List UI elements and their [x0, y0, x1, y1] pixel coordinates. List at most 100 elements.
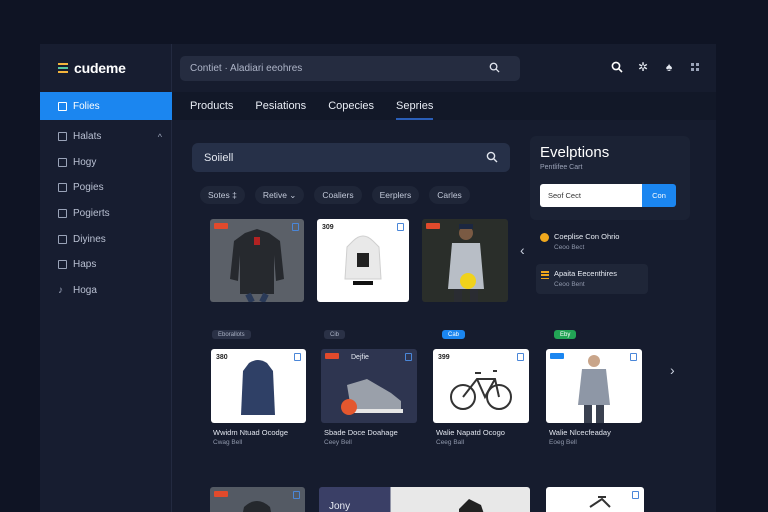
- grid-icon[interactable]: [688, 60, 702, 74]
- sidebar-item-halats[interactable]: Halats ^: [40, 124, 172, 150]
- search-input[interactable]: Soiiell: [192, 143, 510, 172]
- sidebar-item-label: Halats: [73, 131, 102, 143]
- tab-copecies[interactable]: Copecies: [328, 92, 374, 120]
- filter-chip[interactable]: Coaliers: [314, 186, 362, 204]
- grid-icon: [58, 234, 67, 244]
- notification-sub: Ceoo Bect: [554, 244, 585, 251]
- category-badge: Eby: [554, 330, 577, 339]
- category-badge: Eborallots: [212, 330, 251, 339]
- filter-chip[interactable]: Sotes ‡: [200, 186, 245, 204]
- jacket-image: [230, 229, 284, 302]
- sidebar-item-label: Hoga: [73, 284, 97, 296]
- shoe-image: [459, 499, 484, 512]
- sale-tag: [214, 491, 228, 497]
- bookmark-icon[interactable]: [630, 353, 637, 361]
- product-card[interactable]: 380: [211, 349, 306, 423]
- panel-submit-button[interactable]: Con: [642, 184, 676, 207]
- panel-input[interactable]: Seof Cect: [540, 184, 642, 207]
- app-window: cudeme Folies Halats ^ Hogy Pogies Pogie…: [40, 44, 716, 512]
- tab-bar: Products Pesiations Copecies Sepries: [172, 92, 716, 120]
- filter-chip[interactable]: Retive ⌄: [254, 186, 305, 204]
- search-label: Soiiell: [204, 151, 234, 164]
- sidebar-item-hoga[interactable]: ♪ Hoga: [40, 278, 172, 304]
- flag-icon: [58, 260, 67, 270]
- sidebar-item-active[interactable]: Folies: [40, 92, 172, 120]
- tab-pesiations[interactable]: Pesiations: [255, 92, 306, 120]
- sale-tag: [325, 353, 339, 359]
- product-title: Wwidm Ntuad Ocodge: [213, 428, 289, 437]
- price-label: 399: [438, 354, 450, 361]
- product-subtitle: Ceey Bell: [324, 439, 352, 446]
- chevron-left-icon[interactable]: ‹: [520, 242, 525, 258]
- shoe-image: [341, 379, 403, 415]
- product-title: Walie Nlcecfeaday: [549, 428, 611, 437]
- global-search-input[interactable]: Contiet · Aladiari eeohres: [180, 56, 520, 81]
- sidebar-item-label: Pogierts: [73, 208, 110, 220]
- price-label: Dejfie: [351, 354, 369, 361]
- sidebar-item-label: Haps: [73, 259, 97, 271]
- search-icon[interactable]: [610, 60, 624, 74]
- product-card[interactable]: 309: [317, 219, 409, 302]
- promo-banner[interactable]: Jony: [319, 487, 530, 512]
- sidebar-nav: Halats ^ Hogy Pogies Pogierts Diyines Ha…: [40, 124, 172, 303]
- bookmark-icon[interactable]: [405, 353, 412, 361]
- bar-icon: [58, 157, 67, 167]
- global-search-text: Contiet · Aladiari eeohres: [190, 63, 303, 74]
- notification-title: Apaita Eecenthires: [554, 269, 617, 278]
- product-subtitle: Cwag Bell: [213, 439, 243, 446]
- flame-icon[interactable]: ♠: [662, 60, 676, 74]
- price-label: 309: [322, 224, 334, 231]
- notification-item[interactable]: Apaita Eecenthires Ceoo Bent: [536, 264, 648, 294]
- category-badge: Cab: [442, 330, 466, 339]
- notification-item[interactable]: Coeplise Con Ohrio Ceoo Bect: [536, 227, 648, 257]
- filter-chip[interactable]: Eerplers: [371, 186, 420, 204]
- sidebar-item-label: Pogies: [73, 182, 104, 194]
- product-card[interactable]: [210, 219, 304, 302]
- product-card[interactable]: 399: [433, 349, 529, 423]
- doc-icon: [58, 209, 67, 219]
- search-icon[interactable]: [489, 62, 500, 73]
- sale-tag: [426, 223, 440, 229]
- folder-icon: [58, 101, 67, 111]
- sidebar-item-pogierts[interactable]: Pogierts: [40, 201, 172, 227]
- product-card[interactable]: [210, 487, 305, 512]
- panel-title: Evelptions: [540, 144, 610, 161]
- chevron-right-icon[interactable]: ›: [670, 362, 675, 378]
- product-title: Sbade Doce Doahage: [324, 428, 398, 437]
- bike-image: [589, 496, 611, 508]
- tab-products[interactable]: Products: [190, 92, 233, 120]
- bookmark-icon[interactable]: [292, 223, 299, 231]
- chart-icon: [58, 132, 67, 142]
- bookmark-icon[interactable]: [517, 353, 524, 361]
- filter-chip[interactable]: Carles: [429, 186, 470, 204]
- logo-text: cudeme: [74, 60, 126, 76]
- product-subtitle: Ceeg Ball: [436, 439, 465, 446]
- sidebar-item-haps[interactable]: Haps: [40, 252, 172, 278]
- subscribe-panel: Evelptions Pentlifee Cart Seof Cect Con: [530, 136, 690, 220]
- category-badge: Cib: [324, 330, 346, 339]
- logo[interactable]: cudeme: [58, 60, 126, 76]
- sidebar-item-pogies[interactable]: Pogies: [40, 175, 172, 201]
- person-image: [448, 224, 484, 302]
- bookmark-icon[interactable]: [294, 353, 301, 361]
- product-card[interactable]: [546, 487, 644, 512]
- settings-icon[interactable]: ✲: [636, 60, 650, 74]
- price-label: 380: [216, 354, 228, 361]
- person-image: [578, 355, 610, 423]
- product-card[interactable]: [422, 219, 508, 302]
- chevron-up-icon[interactable]: ^: [158, 132, 162, 142]
- tab-sepries[interactable]: Sepries: [396, 92, 434, 120]
- bookmark-icon[interactable]: [632, 491, 639, 499]
- product-card[interactable]: [546, 349, 642, 423]
- bookmark-icon[interactable]: [397, 223, 404, 231]
- product-card[interactable]: Dejfie: [321, 349, 417, 423]
- sidebar: cudeme Folies Halats ^ Hogy Pogies Pogie…: [40, 44, 172, 512]
- sale-tag: [550, 353, 564, 359]
- sale-tag: [214, 223, 228, 229]
- sidebar-item-diyines[interactable]: Diyines: [40, 226, 172, 252]
- bookmark-icon[interactable]: [293, 491, 300, 499]
- header-icons: ✲ ♠: [610, 60, 702, 74]
- alert-icon: [540, 233, 549, 242]
- search-icon[interactable]: [486, 151, 498, 163]
- sidebar-item-hogy[interactable]: Hogy: [40, 150, 172, 176]
